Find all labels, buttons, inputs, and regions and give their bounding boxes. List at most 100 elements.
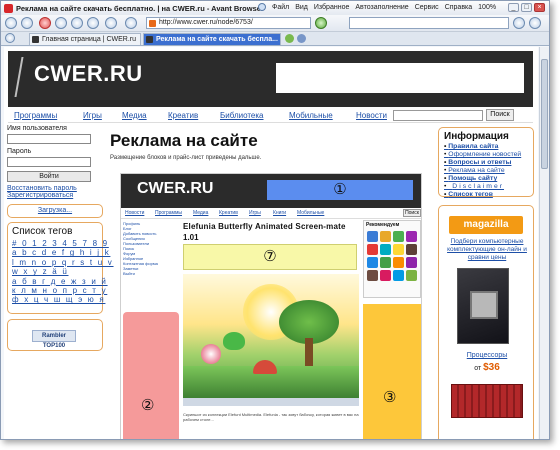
- rambler-counter[interactable]: Rambler TOP100: [32, 330, 76, 349]
- page-viewport: CWER.RU Программы Игры Медиа Креатив Биб…: [4, 47, 538, 439]
- shot-left-link: Выйти: [123, 271, 135, 276]
- go-icon[interactable]: [315, 17, 327, 29]
- home-icon[interactable]: [71, 17, 83, 29]
- ad-label[interactable]: Процессоры: [439, 352, 535, 359]
- ad-price-prefix: от: [474, 365, 482, 372]
- username-field[interactable]: [7, 134, 91, 144]
- close-tab-icon[interactable]: [297, 34, 306, 43]
- menu-file[interactable]: Файл: [272, 4, 289, 11]
- shot-recommend-box: Рекомендуем: [363, 220, 421, 298]
- tab-active[interactable]: Реклама на сайте скачать беспла...: [143, 33, 281, 45]
- site-search-input[interactable]: [393, 110, 483, 121]
- shot-recommend-grid: [364, 229, 420, 283]
- tab-menu-icon[interactable]: [5, 33, 15, 43]
- tag-row[interactable]: w x y z ä ü: [12, 267, 98, 276]
- menu-tools[interactable]: Сервис: [415, 4, 439, 11]
- nav-media[interactable]: Медиа: [122, 111, 147, 120]
- shot-post-version: 1.01: [183, 233, 199, 242]
- cpu-image[interactable]: [457, 268, 509, 344]
- app-icon: [393, 270, 404, 281]
- app-icon: [393, 244, 404, 255]
- shot-nav-item: Игры: [249, 210, 261, 216]
- info-link-rules[interactable]: Правила сайта: [444, 143, 528, 151]
- tag-row[interactable]: l m n o p q r s t u v: [12, 258, 112, 267]
- address-bar[interactable]: http://www.cwer.ru/node/6753/: [146, 17, 311, 29]
- register-link[interactable]: Зарегистрироваться: [7, 192, 103, 199]
- shot-nav: Новости Программы Медиа Креатив Игры Кни…: [121, 209, 421, 219]
- zoom-level[interactable]: 100%: [478, 4, 496, 11]
- vertical-scrollbar[interactable]: [539, 47, 549, 439]
- image-flower: [201, 344, 221, 364]
- cursor-icon[interactable]: [125, 17, 137, 29]
- download-link[interactable]: Загрузка...: [38, 207, 72, 214]
- tab-home[interactable]: Главная страница | CWER.ru: [29, 33, 141, 45]
- site-search-button[interactable]: Поиск: [486, 109, 514, 121]
- nav-library[interactable]: Библиотека: [220, 111, 264, 120]
- nav-mobile[interactable]: Мобильные: [289, 111, 333, 120]
- password-field[interactable]: [7, 157, 91, 167]
- restore-password-link[interactable]: Восстановить пароль: [7, 185, 103, 192]
- login-button[interactable]: Войти: [7, 171, 91, 182]
- ad-text[interactable]: Подбери компьютерные комплектующие он-ла…: [443, 238, 531, 262]
- forward-icon[interactable]: [21, 17, 33, 29]
- shot-post-title: Elefunia Butterfly Animated Screen-mate: [183, 222, 346, 231]
- site-header: CWER.RU: [8, 51, 533, 107]
- shot-recommend-title: Рекомендуем: [366, 222, 400, 228]
- browser-search-input[interactable]: [349, 17, 509, 29]
- favorites-icon[interactable]: [105, 17, 117, 29]
- shot-nav-item: Медиа: [193, 210, 209, 216]
- shot-nav-item: Мобильные: [297, 210, 325, 216]
- history-icon[interactable]: [87, 17, 99, 29]
- image-trunk: [305, 338, 313, 368]
- options-icon[interactable]: [529, 17, 541, 29]
- menu-favorites[interactable]: Избранное: [314, 4, 349, 11]
- tag-row[interactable]: a b c d e f g h i j k: [12, 248, 109, 257]
- header-banner[interactable]: [276, 63, 524, 93]
- main-content: Реклама на сайте Размещение блоков и пра…: [110, 131, 430, 161]
- tag-row[interactable]: а б в г д е ж з и й: [12, 277, 106, 286]
- menu-globe-icon[interactable]: [258, 3, 266, 11]
- info-link-help[interactable]: Помощь сайту: [444, 175, 528, 183]
- app-icon: [406, 231, 417, 242]
- download-box: Загрузка...: [7, 204, 103, 218]
- refresh-icon[interactable]: [55, 17, 67, 29]
- info-link-news-format[interactable]: Оформление новостей: [444, 151, 528, 159]
- title-bar: Реклама на сайте скачать бесплатно. | на…: [1, 1, 549, 15]
- new-tab-icon[interactable]: [285, 34, 294, 43]
- search-icon[interactable]: [513, 17, 525, 29]
- navigation-toolbar: http://www.cwer.ru/node/6753/: [1, 15, 549, 32]
- nav-news[interactable]: Новости: [356, 111, 387, 120]
- site-logo[interactable]: CWER.RU: [34, 61, 143, 87]
- info-link-tags[interactable]: Список тегов: [444, 191, 528, 199]
- right-sidebar: Информация Правила сайта Оформление ново…: [438, 127, 534, 439]
- nav-creative[interactable]: Креатив: [168, 111, 198, 120]
- shot-search-button: Поиск: [403, 209, 421, 217]
- info-link-faq[interactable]: Вопросы и ответы: [444, 159, 528, 167]
- info-link-advertising[interactable]: Реклама на сайте: [444, 167, 528, 175]
- app-icon: [367, 257, 378, 268]
- maximize-button[interactable]: □: [521, 3, 532, 12]
- page-title: Реклама на сайте: [110, 131, 258, 150]
- back-icon[interactable]: [5, 17, 17, 29]
- menu-view[interactable]: Вид: [295, 4, 308, 11]
- nav-programs[interactable]: Программы: [14, 111, 57, 120]
- shot-logo: CWER.RU: [137, 180, 214, 197]
- tag-row[interactable]: # 0 1 2 3 4 5 7 8 9: [12, 239, 107, 248]
- sidebar-ad[interactable]: magazilla Подбери компьютерные комплекту…: [438, 205, 534, 439]
- close-button[interactable]: ×: [534, 3, 545, 12]
- ram-image[interactable]: [451, 384, 523, 418]
- stop-icon[interactable]: [39, 17, 51, 29]
- info-link-disclaimer[interactable]: Disclaimer: [444, 183, 528, 191]
- scrollbar-thumb[interactable]: [541, 59, 548, 169]
- app-icon: [380, 270, 391, 281]
- ad-brand-logo[interactable]: magazilla: [449, 216, 523, 234]
- menu-help[interactable]: Справка: [445, 4, 472, 11]
- minimize-button[interactable]: _: [508, 3, 519, 12]
- nav-games[interactable]: Игры: [83, 111, 102, 120]
- page-subtitle: Размещение блоков и прайс-лист приведены…: [110, 155, 262, 161]
- menu-autofill[interactable]: Автозаполнение: [355, 4, 408, 11]
- tag-row[interactable]: к л м н о п р с т у: [12, 286, 106, 295]
- tag-row[interactable]: ф х ц ч ш щ э ю я: [12, 295, 104, 304]
- tab-bar: Главная страница | CWER.ru Реклама на са…: [1, 32, 549, 46]
- app-icon: [380, 257, 391, 268]
